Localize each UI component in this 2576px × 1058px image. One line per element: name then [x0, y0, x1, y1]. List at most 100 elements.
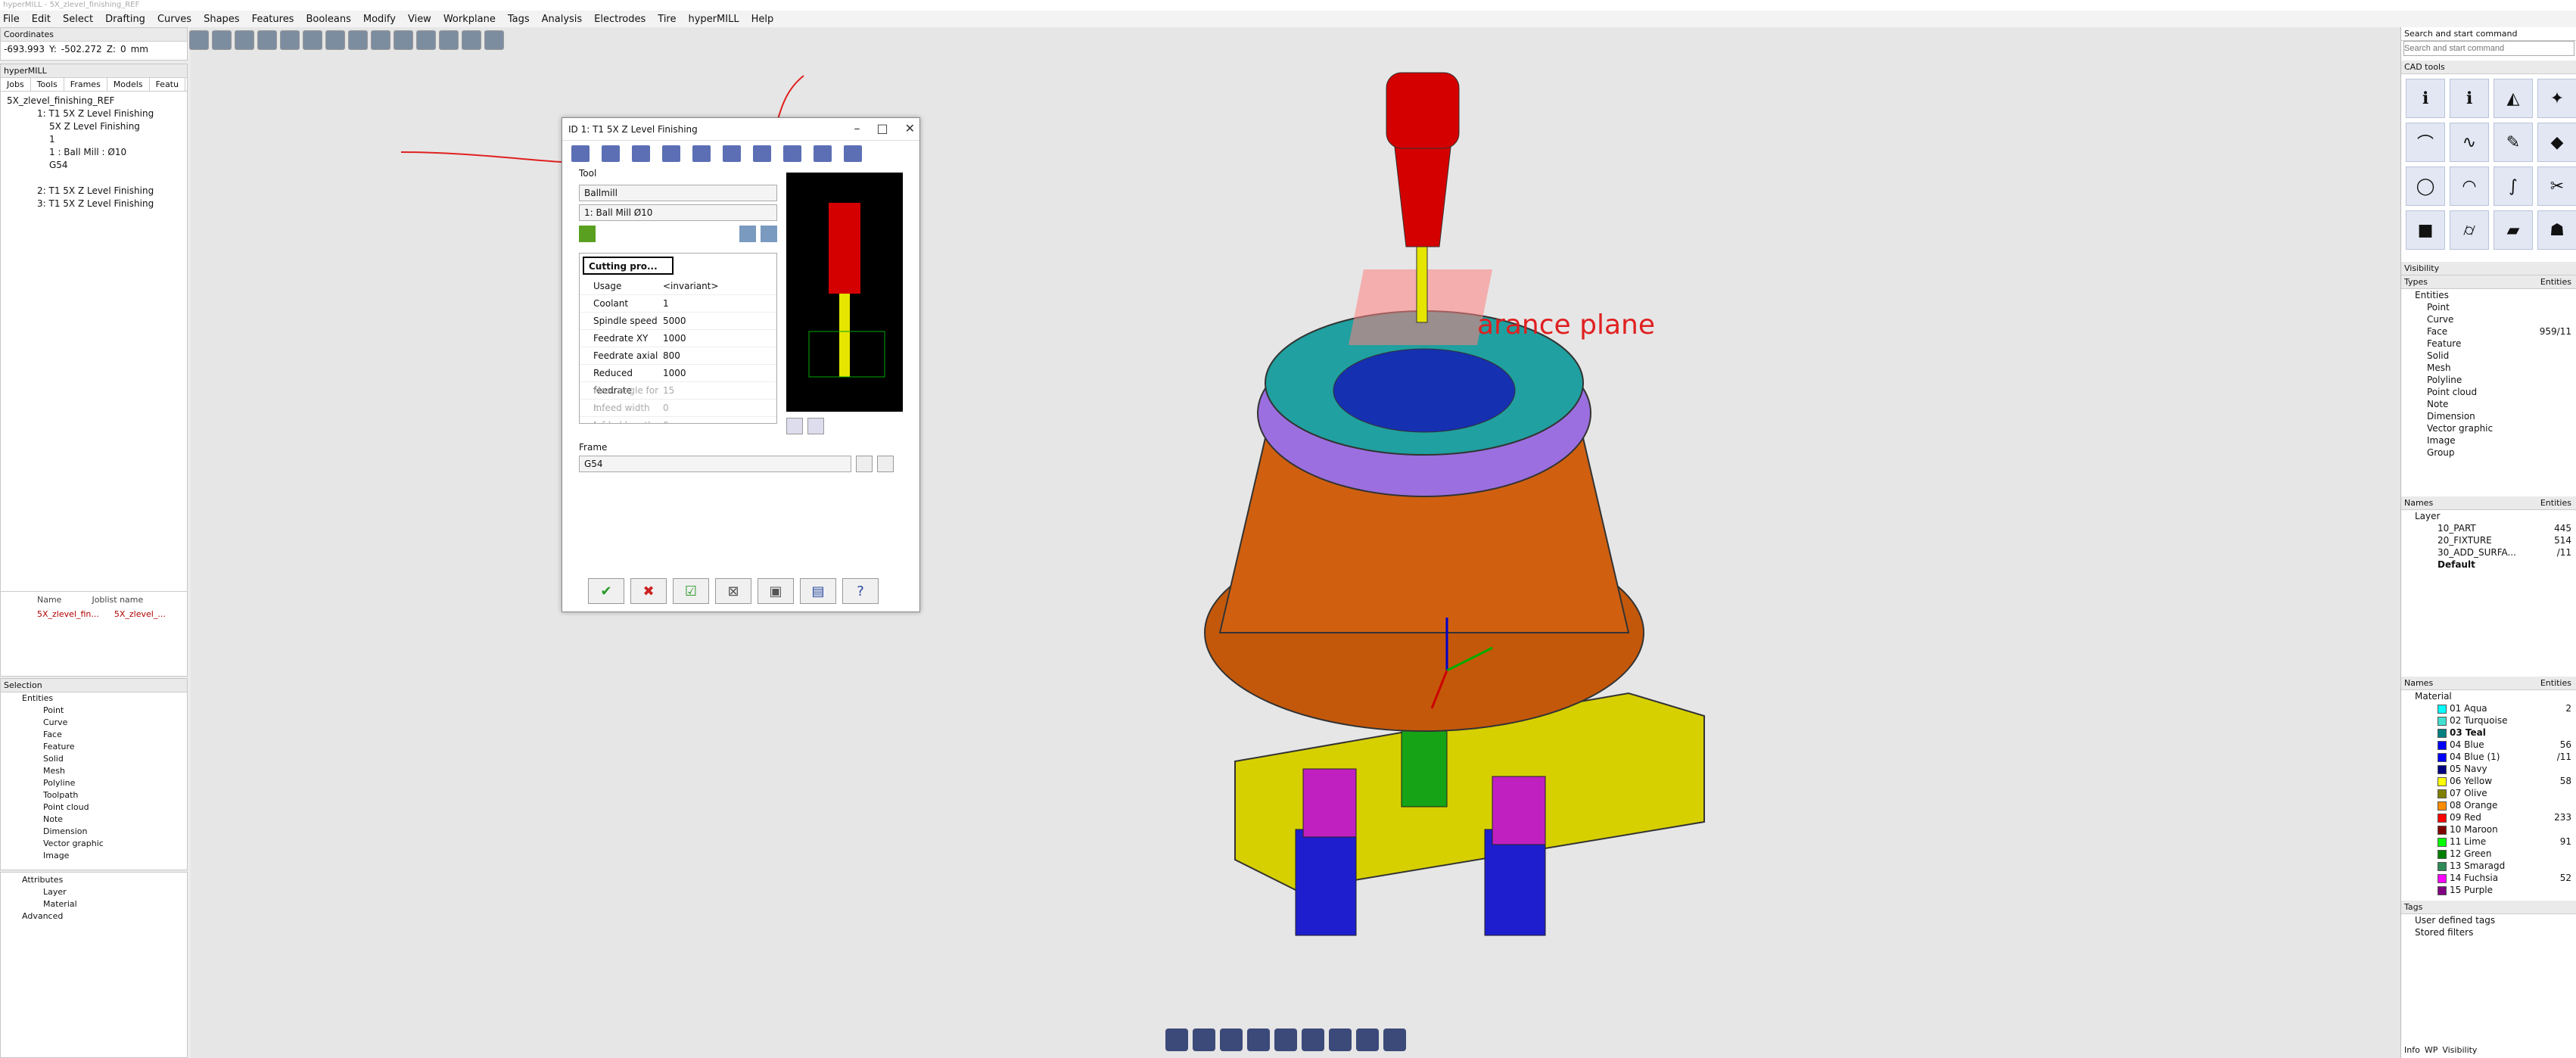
menu-drafting[interactable]: Drafting: [105, 14, 145, 25]
material-row[interactable]: 04 Blue 56: [2415, 739, 2576, 751]
prop-row[interactable]: Coolant 1: [580, 295, 776, 313]
type-row[interactable]: Dimension: [2415, 410, 2576, 422]
selection-item[interactable]: Feature: [7, 741, 187, 753]
help-button[interactable]: ?: [842, 578, 879, 604]
toolbar-button[interactable]: [325, 30, 345, 50]
wand-tool-icon[interactable]: ✎: [2494, 123, 2533, 162]
frame-select[interactable]: G54: [579, 456, 851, 472]
solid-tool-icon[interactable]: ■: [2406, 210, 2445, 250]
search-input[interactable]: [2403, 41, 2574, 56]
material-row[interactable]: 02 Turquoise: [2415, 714, 2576, 727]
maximize-icon[interactable]: □: [876, 121, 888, 135]
toolbar-button[interactable]: [416, 30, 436, 50]
toolbar-button[interactable]: [439, 30, 459, 50]
layer-row[interactable]: 30_ADD_SURFA.../11: [2415, 546, 2576, 559]
toolbar-button[interactable]: [394, 30, 413, 50]
tab-models[interactable]: Models: [107, 78, 150, 91]
material-row[interactable]: 09 Red 233: [2415, 811, 2576, 823]
tree-item-tool[interactable]: 1 : Ball Mill : Ø10: [7, 146, 187, 159]
selection-item[interactable]: Image: [7, 850, 187, 862]
prop-row[interactable]: Feedrate XY 1000: [580, 330, 776, 347]
menu-file[interactable]: File: [3, 14, 20, 25]
menu-electrodes[interactable]: Electrodes: [594, 14, 646, 25]
5axis-tab-icon[interactable]: [753, 145, 771, 162]
material-row[interactable]: 05 Navy: [2415, 763, 2576, 775]
edit-frame-icon[interactable]: [877, 456, 894, 472]
view-icon[interactable]: [1193, 1028, 1215, 1051]
selection-item[interactable]: Point cloud: [7, 801, 187, 814]
prop-row[interactable]: Spindle speed 5000: [580, 313, 776, 330]
menu-analysis[interactable]: Analysis: [542, 14, 583, 25]
3d-viewport[interactable]: arance plane: [191, 27, 2400, 1058]
type-row[interactable]: Polyline: [2415, 374, 2576, 386]
type-row[interactable]: Solid: [2415, 350, 2576, 362]
material-row[interactable]: 15 Purple: [2415, 884, 2576, 896]
extrude-tool-icon[interactable]: ▰: [2494, 210, 2533, 250]
tab-wp[interactable]: WP: [2425, 1045, 2438, 1055]
tree-item-job[interactable]: 3: T1 5X Z Level Finishing: [7, 198, 187, 210]
material-row[interactable]: 12 Green: [2415, 848, 2576, 860]
revolve-tool-icon[interactable]: ☗: [2537, 210, 2576, 250]
info-tool-icon[interactable]: ℹ: [2406, 79, 2445, 118]
tab-jobs[interactable]: Jobs: [1, 78, 31, 91]
toolbar-button[interactable]: [189, 30, 209, 50]
menu-curves[interactable]: Curves: [157, 14, 191, 25]
model-view[interactable]: arance plane: [191, 27, 2400, 1058]
type-row[interactable]: Group: [2415, 447, 2576, 459]
shape-tool-icon[interactable]: ◆: [2537, 123, 2576, 162]
snap-icon[interactable]: [1329, 1028, 1352, 1051]
type-row[interactable]: Curve: [2415, 313, 2576, 325]
material-row[interactable]: 10 Maroon: [2415, 823, 2576, 836]
setting-tab-icon[interactable]: [723, 145, 741, 162]
tree-item-strategy[interactable]: 5X Z Level Finishing: [7, 120, 187, 133]
selection-item[interactable]: Solid: [7, 753, 187, 765]
preview-holder-icon[interactable]: [807, 418, 824, 434]
spline-tool-icon[interactable]: ∿: [2450, 123, 2489, 162]
info2-tool-icon[interactable]: ℹ: [2450, 79, 2489, 118]
type-row[interactable]: Point cloud: [2415, 386, 2576, 398]
menu-select[interactable]: Select: [63, 14, 93, 25]
selection-item[interactable]: Curve: [7, 717, 187, 729]
cancel-button[interactable]: ✖: [630, 578, 667, 604]
type-row[interactable]: Face 959/11: [2415, 325, 2576, 338]
select-icon[interactable]: [1274, 1028, 1297, 1051]
advanced-item[interactable]: Advanced: [7, 910, 187, 923]
new-tool-icon[interactable]: [579, 226, 596, 242]
feature-tab-icon[interactable]: [814, 145, 832, 162]
save-button[interactable]: ▤: [800, 578, 836, 604]
material-row[interactable]: Material: [2415, 690, 2576, 702]
toolbar-button[interactable]: [212, 30, 232, 50]
menu-modify[interactable]: Modify: [363, 14, 396, 25]
type-row[interactable]: Vector graphic: [2415, 422, 2576, 434]
tab-info[interactable]: Info: [2404, 1045, 2420, 1055]
list-item[interactable]: 5X_zlevel_fin... 5X_zlevel_...: [1, 608, 187, 621]
tool-type-select[interactable]: Ballmill: [579, 185, 777, 201]
selection-item[interactable]: Dimension: [7, 826, 187, 838]
pen-icon[interactable]: [1356, 1028, 1379, 1051]
new-frame-icon[interactable]: [856, 456, 873, 472]
selection-item[interactable]: Vector graphic: [7, 838, 187, 850]
menu-view[interactable]: View: [408, 14, 431, 25]
type-row[interactable]: Note: [2415, 398, 2576, 410]
arc-tool-icon[interactable]: ◠: [2450, 166, 2489, 206]
material-item[interactable]: Material: [7, 898, 187, 910]
toolbar-button[interactable]: [484, 30, 504, 50]
material-row[interactable]: 03 Teal: [2415, 727, 2576, 739]
draw-icon[interactable]: [1247, 1028, 1270, 1051]
layer-row[interactable]: Layer: [2415, 510, 2576, 522]
material-row[interactable]: 11 Lime 91: [2415, 836, 2576, 848]
cylinder-tool-icon[interactable]: ⌭: [2450, 210, 2489, 250]
selection-item[interactable]: Entities: [7, 692, 187, 705]
tool-tab-icon[interactable]: [571, 145, 590, 162]
nc-tab-icon[interactable]: [844, 145, 862, 162]
curve-tool-icon[interactable]: ⌒: [2406, 123, 2445, 162]
tree-item-job[interactable]: 1: T1 5X Z Level Finishing: [7, 107, 187, 120]
material-row[interactable]: 07 Olive: [2415, 787, 2576, 799]
preview-tool-icon[interactable]: [786, 418, 803, 434]
toolbar-button[interactable]: [348, 30, 368, 50]
apply-button[interactable]: ☑: [673, 578, 709, 604]
menu-shapes[interactable]: Shapes: [204, 14, 239, 25]
target-icon[interactable]: [1383, 1028, 1406, 1051]
menu-tags[interactable]: Tags: [508, 14, 530, 25]
toolbar-button[interactable]: [280, 30, 300, 50]
